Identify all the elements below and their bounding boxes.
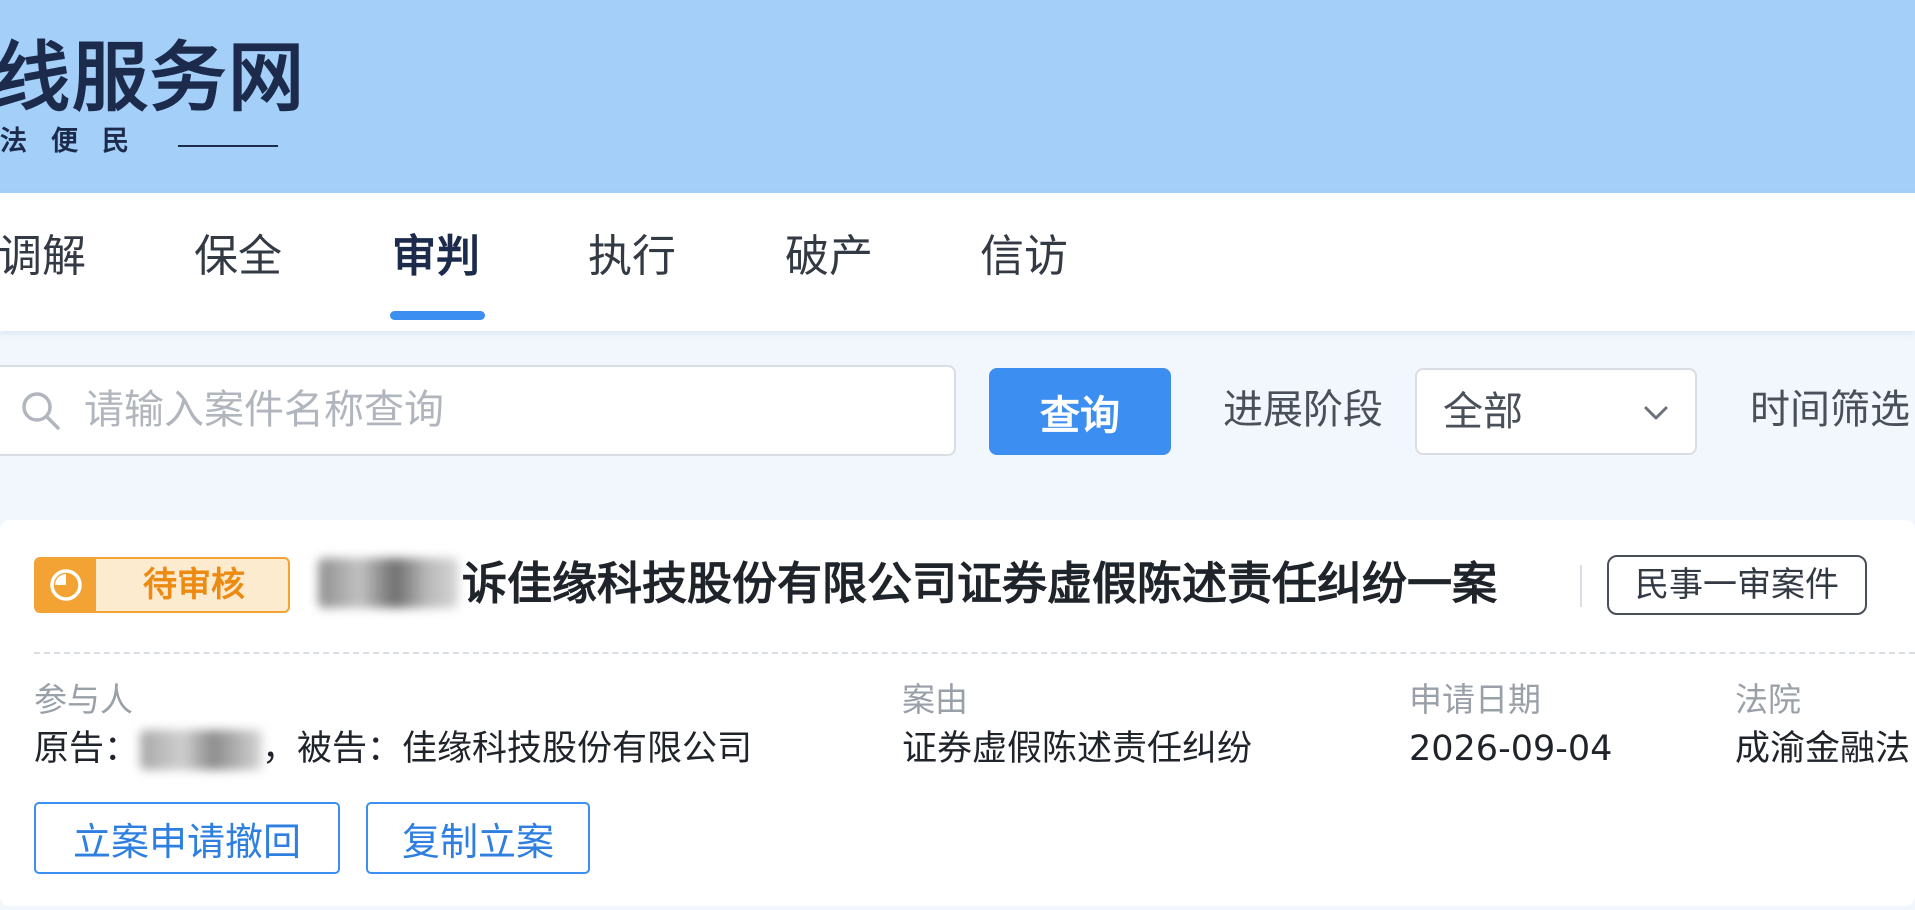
date-label: 申请日期: [1409, 680, 1541, 719]
active-tab-indicator: [390, 311, 485, 320]
plaintiff-prefix: 原告：: [34, 729, 140, 769]
tab-bankruptcy[interactable]: 破产: [785, 227, 873, 287]
tab-preservation[interactable]: 保全: [194, 227, 282, 287]
site-title: 线服务网: [0, 33, 306, 122]
copy-filing-button[interactable]: 复制立案: [366, 802, 590, 874]
tab-execution[interactable]: 执行: [588, 227, 676, 287]
pending-status-icon: [50, 569, 82, 601]
tab-mediation[interactable]: 调解: [0, 227, 86, 287]
date-value: 2026-09-04: [1409, 729, 1613, 769]
stage-select[interactable]: 全部: [1415, 368, 1697, 455]
court-value: 成渝金融法: [1735, 729, 1911, 769]
tab-trial[interactable]: 审判: [392, 227, 480, 287]
redacted-plaintiff-name: [318, 558, 458, 608]
title-divider: [1580, 565, 1582, 607]
cause-label: 案由: [902, 680, 968, 719]
query-button[interactable]: 查询: [989, 368, 1171, 455]
status-icon-box: [36, 559, 96, 611]
chevron-down-icon: [1644, 406, 1668, 420]
withdraw-filing-button[interactable]: 立案申请撤回: [34, 802, 340, 874]
participants-label: 参与人: [34, 680, 133, 719]
tab-petition[interactable]: 信访: [980, 227, 1068, 287]
stage-filter-label: 进展阶段: [1223, 387, 1383, 433]
search-icon: [22, 392, 60, 430]
stage-selected-value: 全部: [1443, 389, 1523, 435]
case-title[interactable]: 诉佳缘科技股份有限公司证券虚假陈述责任纠纷一案: [462, 554, 1497, 614]
site-slogan: 法便民: [0, 126, 153, 157]
site-header: 线服务网 法便民: [0, 0, 1915, 193]
redacted-plaintiff: [140, 730, 262, 770]
status-text: 待审核: [143, 565, 245, 605]
cause-value: 证券虚假陈述责任纠纷: [902, 729, 1253, 769]
search-input[interactable]: [82, 378, 922, 442]
defendant-text: ，被告：佳缘科技股份有限公司: [262, 729, 753, 769]
main-tabs: 调解 保全 审判 执行 破产 信访: [0, 193, 1915, 331]
slogan-rule: [178, 145, 278, 147]
case-type-tag: 民事一审案件: [1607, 555, 1867, 615]
card-divider: [34, 652, 1915, 654]
time-filter-label[interactable]: 时间筛选: [1750, 382, 1910, 438]
status-badge: 待审核: [34, 557, 290, 613]
court-label: 法院: [1735, 680, 1801, 719]
